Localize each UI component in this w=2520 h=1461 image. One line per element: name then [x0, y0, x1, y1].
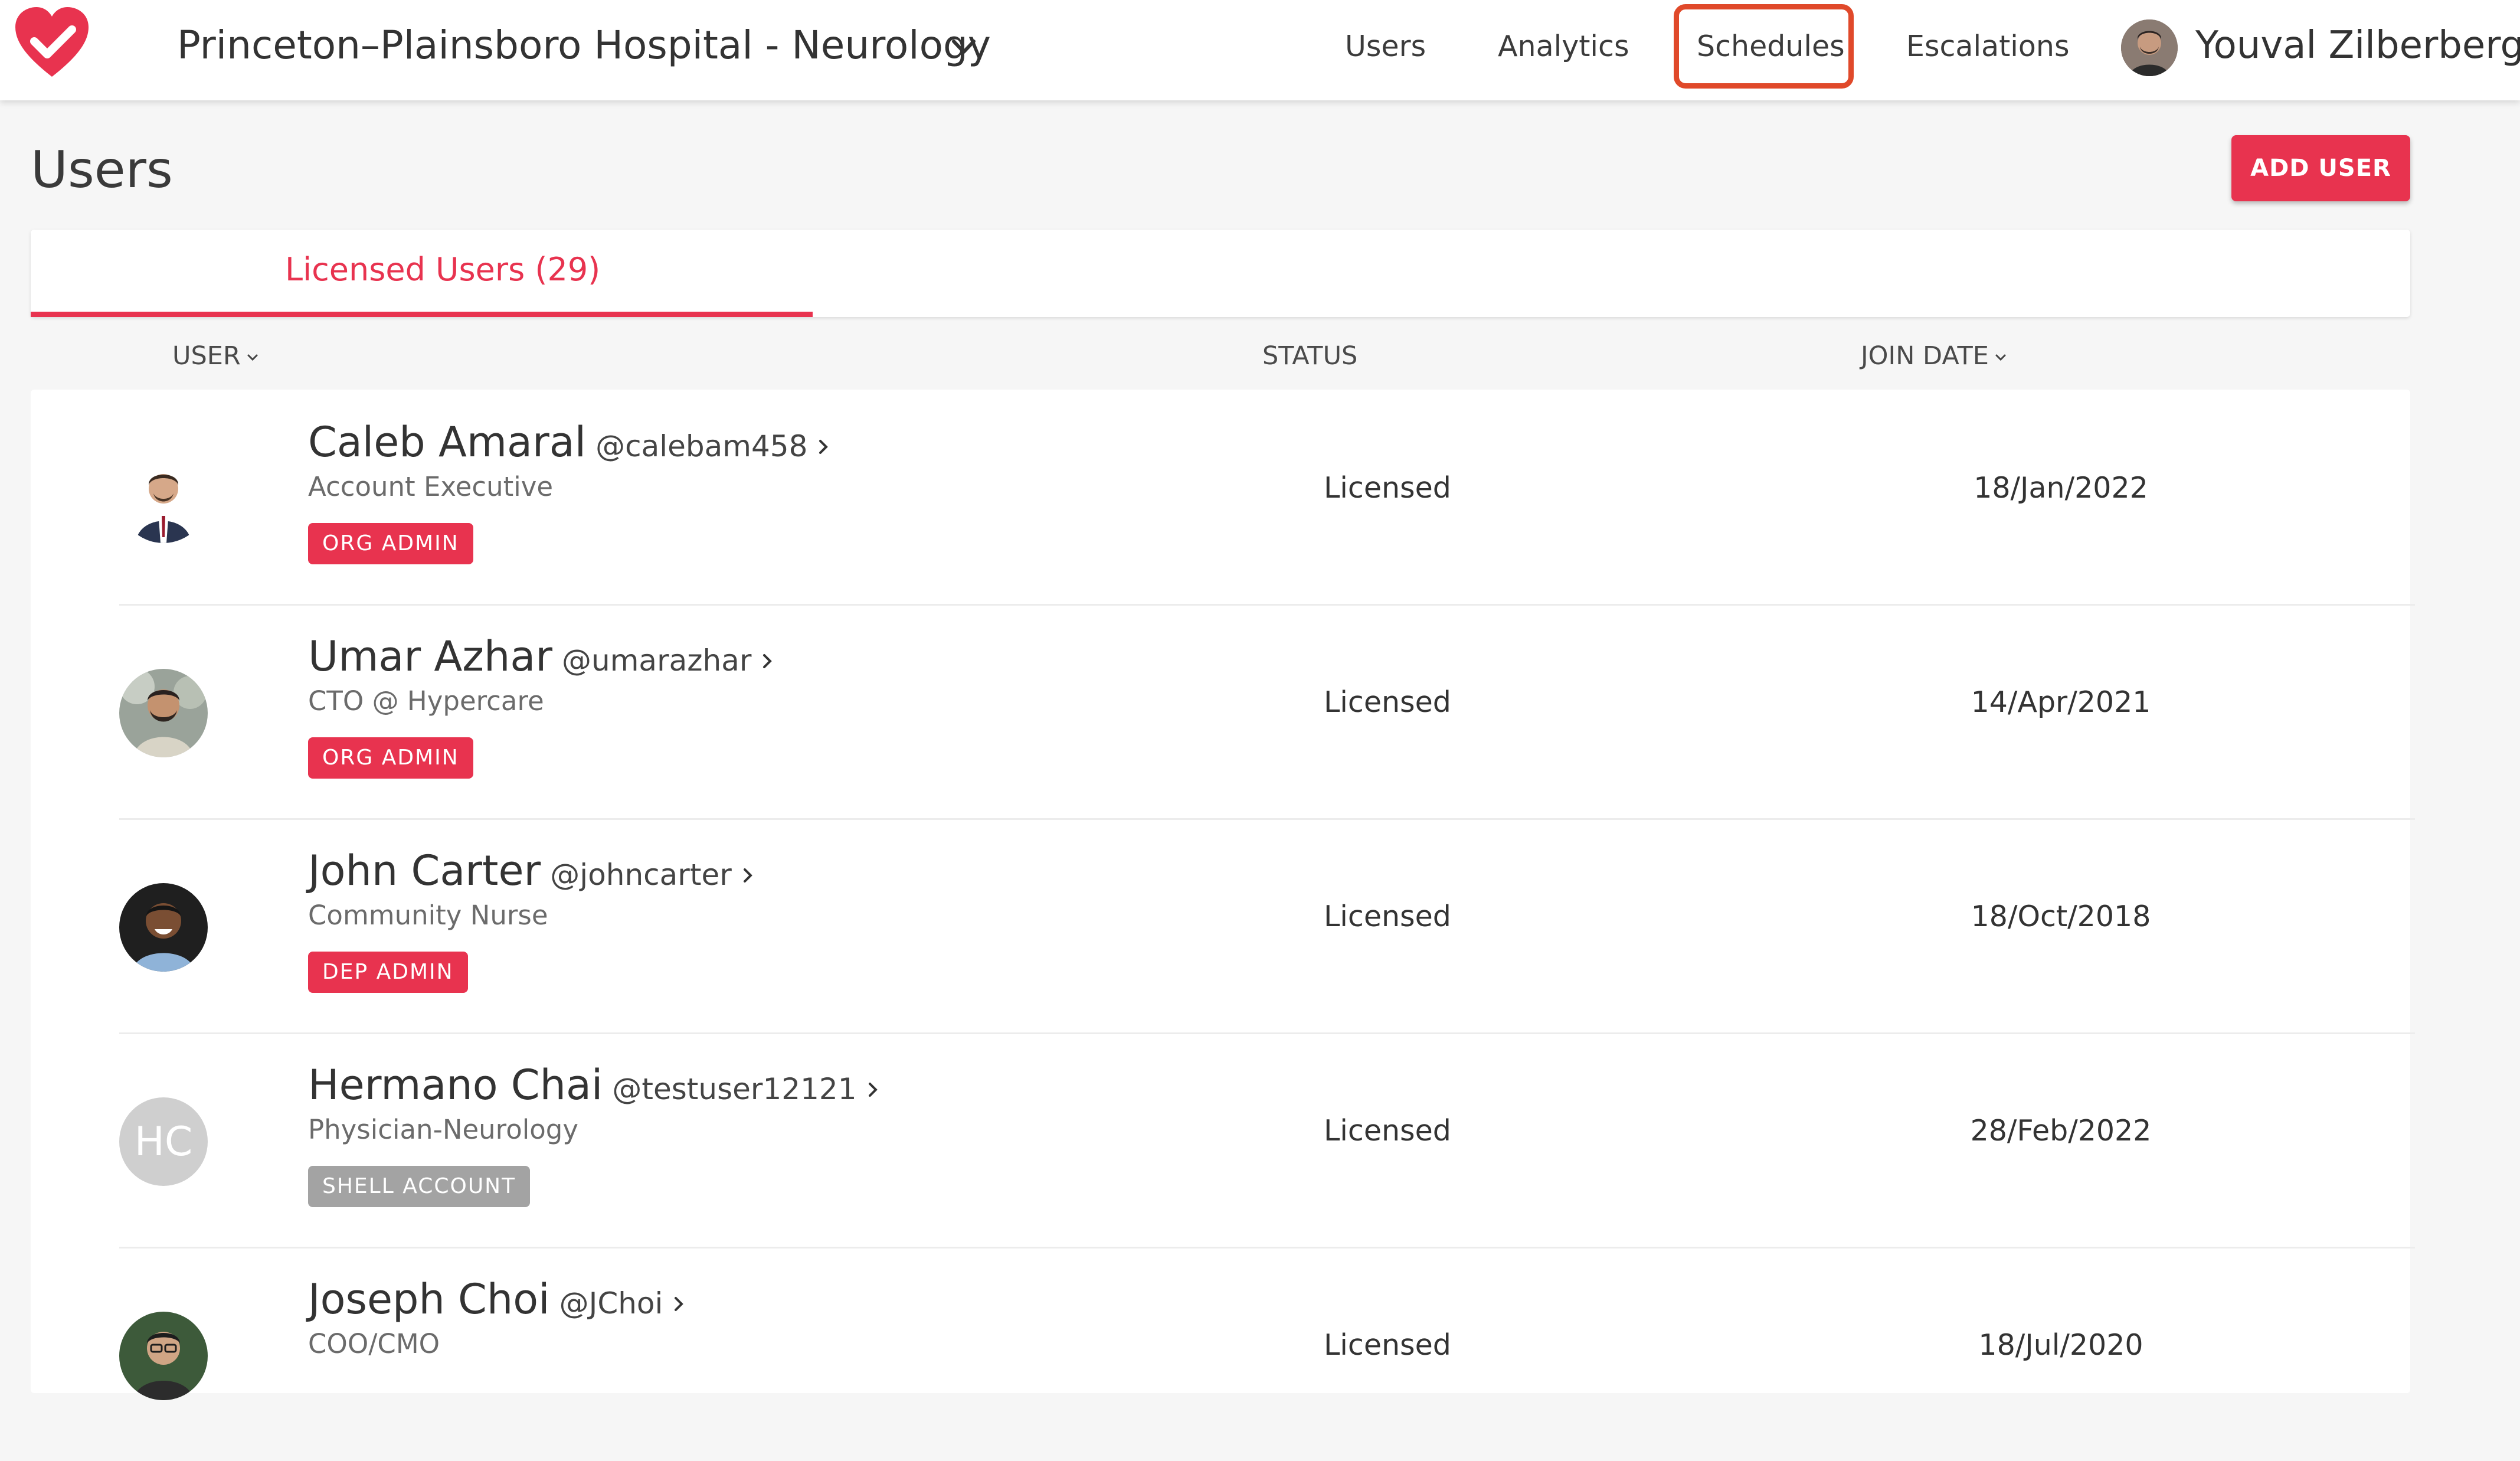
nav-users-link[interactable]: Users: [1345, 30, 1426, 63]
user-handle: @johncarter: [550, 858, 732, 892]
organization-name[interactable]: Princeton–Plainsboro Hospital - Neurolog…: [177, 22, 991, 68]
role-badge: SHELL ACCOUNT: [308, 1166, 531, 1207]
sort-caret-icon: [247, 354, 258, 361]
chevron-down-icon[interactable]: [949, 35, 978, 59]
avatar: HC: [119, 1097, 208, 1186]
user-join-date: 18/Oct/2018: [1971, 900, 2151, 933]
user-status: Licensed: [1324, 900, 1451, 933]
column-header-user[interactable]: USER: [172, 341, 260, 371]
user-handle: @umarazhar: [562, 643, 752, 678]
user-job-title: Physician-Neurology: [308, 1114, 578, 1145]
heart-check-icon[interactable]: [13, 5, 91, 83]
user-name: Joseph Choi: [308, 1275, 550, 1323]
user-handle: @calebam458: [595, 429, 808, 463]
user-status: Licensed: [1324, 685, 1451, 719]
page-title: Users: [31, 140, 173, 200]
user-name: Caleb Amaral: [308, 418, 587, 466]
tab-bar: Licensed Users (29): [31, 230, 2410, 317]
user-name: John Carter: [308, 846, 541, 895]
role-badge: DEP ADMIN: [308, 952, 468, 993]
user-job-title: Account Executive: [308, 471, 554, 502]
user-job-title: COO/CMO: [308, 1328, 440, 1359]
user-job-title: Community Nurse: [308, 900, 548, 931]
user-handle: @JChoi: [559, 1286, 663, 1321]
avatar: [119, 883, 208, 972]
user-handle: @testuser12121: [612, 1072, 857, 1106]
user-join-date: 28/Feb/2022: [1970, 1114, 2152, 1148]
chevron-right-icon: [743, 868, 752, 883]
nav-analytics-link[interactable]: Analytics: [1498, 30, 1629, 63]
chevron-right-icon: [819, 440, 829, 454]
avatar: [119, 1312, 208, 1400]
user-status: Licensed: [1324, 471, 1451, 505]
nav-schedules-link[interactable]: Schedules: [1697, 30, 1845, 63]
profile-name[interactable]: Youval Zilberberg: [2195, 24, 2520, 67]
avatar: [119, 455, 208, 543]
chevron-right-icon: [763, 654, 773, 668]
user-row[interactable]: Umar Azhar @umarazhar CTO @ Hypercare ORG…: [119, 604, 2415, 820]
tab-licensed-users[interactable]: Licensed Users (29): [31, 230, 813, 317]
column-header-join-date-label: JOIN DATE: [1861, 341, 1989, 371]
user-join-date: 18/Jan/2022: [1974, 471, 2148, 505]
user-job-title: CTO @ Hypercare: [308, 685, 544, 717]
avatar: [119, 669, 208, 757]
role-badge: ORG ADMIN: [308, 523, 473, 564]
sort-caret-icon: [1995, 354, 2006, 361]
user-name-line: Umar Azhar @umarazhar: [308, 632, 774, 681]
chevron-right-icon: [675, 1297, 684, 1311]
user-status: Licensed: [1324, 1328, 1451, 1362]
top-navigation-bar: Princeton–Plainsboro Hospital - Neurolog…: [0, 0, 2520, 100]
chevron-right-icon: [868, 1083, 878, 1097]
user-join-date: 14/Apr/2021: [1971, 685, 2151, 719]
column-header-user-label: USER: [172, 341, 241, 371]
role-badge: ORG ADMIN: [308, 737, 473, 779]
user-name-line: Hermano Chai @testuser12121: [308, 1061, 879, 1109]
user-name: Umar Azhar: [308, 632, 553, 681]
profile-avatar[interactable]: [2121, 19, 2178, 76]
user-row[interactable]: HC Hermano Chai @testuser12121 Physician-…: [119, 1032, 2415, 1248]
user-row[interactable]: John Carter @johncarter Community Nurse D…: [119, 818, 2415, 1034]
user-list: Caleb Amaral @calebam458 Account Executiv…: [31, 390, 2415, 1400]
user-row[interactable]: Joseph Choi @JChoi COO/CMO Licensed 18/Ju…: [119, 1247, 2415, 1461]
column-header-status: STATUS: [1262, 341, 1358, 371]
nav-escalations-link[interactable]: Escalations: [1906, 30, 2070, 63]
add-user-button[interactable]: ADD USER: [2231, 135, 2410, 201]
user-row[interactable]: Caleb Amaral @calebam458 Account Executiv…: [119, 390, 2415, 606]
active-tab-indicator: [31, 312, 813, 317]
user-join-date: 18/Jul/2020: [1978, 1328, 2143, 1362]
user-name-line: John Carter @johncarter: [308, 846, 754, 895]
tab-licensed-users-label: Licensed Users (29): [285, 251, 601, 288]
user-name-line: Joseph Choi @JChoi: [308, 1275, 685, 1323]
user-name: Hermano Chai: [308, 1061, 603, 1109]
user-status: Licensed: [1324, 1114, 1451, 1148]
column-header-join-date[interactable]: JOIN DATE: [1861, 341, 2008, 371]
user-name-line: Caleb Amaral @calebam458: [308, 418, 830, 466]
